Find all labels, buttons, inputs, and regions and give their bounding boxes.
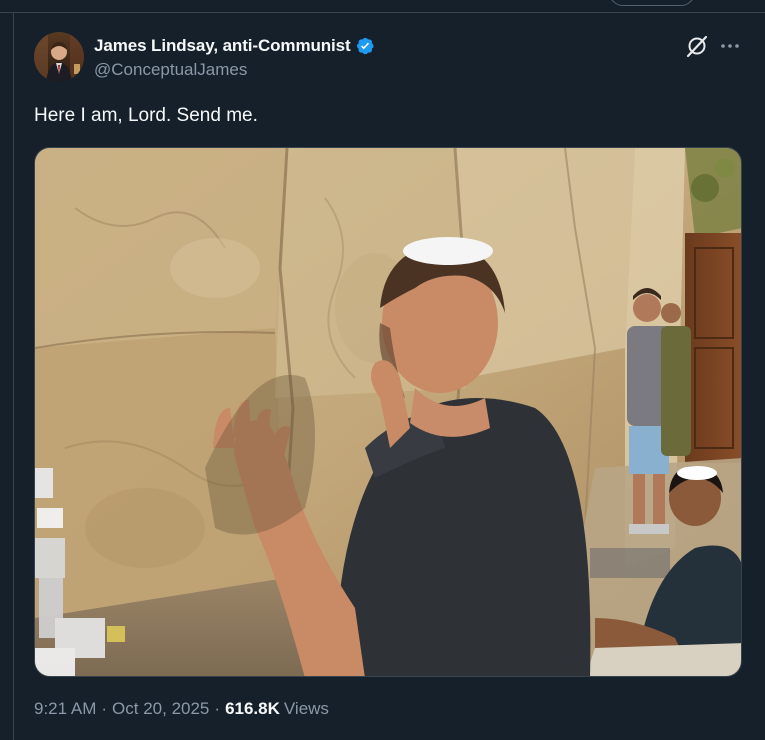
avatar[interactable] — [34, 32, 84, 82]
tweet-text: Here I am, Lord. Send me. — [34, 105, 258, 126]
views-label: Views — [283, 699, 329, 718]
meta-separator: · — [101, 699, 108, 718]
top-button-edge[interactable] — [609, 0, 695, 6]
author-name-row[interactable]: James Lindsay, anti-Communist — [94, 35, 375, 57]
avatar-image — [34, 32, 84, 82]
left-divider — [13, 12, 14, 740]
top-divider — [0, 0, 765, 13]
tweet-metadata: 9:21 AM · Oct 20, 2025 · 616.8K Views — [34, 699, 329, 719]
western-wall-photo — [35, 148, 741, 676]
author-handle[interactable]: @ConceptualJames — [94, 60, 247, 80]
tweet-photo[interactable] — [34, 147, 742, 677]
author-display-name[interactable]: James Lindsay, anti-Communist — [94, 36, 351, 56]
verified-badge-icon[interactable] — [355, 36, 375, 56]
more-icon[interactable] — [720, 37, 740, 55]
tweet-detail-page: James Lindsay, anti-Communist @Conceptua… — [0, 0, 765, 740]
tweet-time[interactable]: 9:21 AM — [34, 699, 96, 719]
views-count[interactable]: 616.8K — [225, 699, 280, 719]
tweet-date[interactable]: Oct 20, 2025 — [112, 699, 209, 719]
meta-separator: · — [214, 699, 221, 718]
grok-icon[interactable] — [684, 33, 710, 59]
